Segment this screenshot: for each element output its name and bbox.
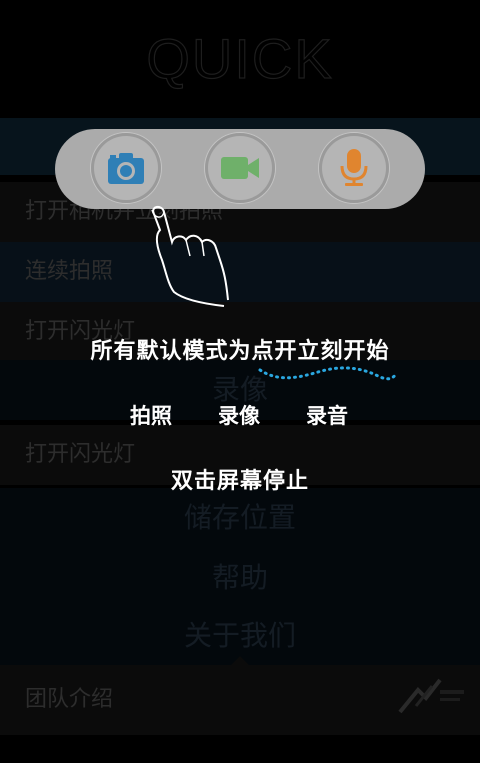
menu-storage[interactable]: 储存位置	[0, 488, 480, 548]
dotted-underline	[258, 366, 398, 381]
double-tap-stop-tip: 双击屏幕停止	[170, 469, 309, 494]
tap-hand-icon	[151, 206, 229, 307]
video-camera-icon	[221, 157, 259, 179]
mode-audio: 录音	[306, 404, 348, 428]
mode-video: 录像	[218, 404, 260, 428]
camera-icon	[108, 153, 144, 184]
default-mode-tip: 所有默认模式为点开立刻开始	[90, 339, 390, 364]
quick-launch-bar	[55, 129, 425, 209]
audio-button[interactable]	[319, 133, 389, 203]
microphone-icon	[340, 149, 368, 186]
mode-photo: 拍照	[130, 404, 172, 428]
app-background: QUICK 打开相机并立刻拍照 连续拍照 打开闪光灯 录像 打开闪光灯 储存位置…	[0, 0, 480, 763]
footer	[0, 735, 480, 763]
menu-help[interactable]: 帮助	[0, 548, 480, 608]
header: QUICK	[0, 0, 480, 118]
video-button[interactable]	[205, 133, 275, 203]
camera-button[interactable]	[91, 133, 161, 203]
app-logo: QUICK	[146, 26, 334, 90]
mode-list: 拍照 录像 录音	[0, 400, 480, 434]
brand-logo-icon	[398, 678, 464, 714]
